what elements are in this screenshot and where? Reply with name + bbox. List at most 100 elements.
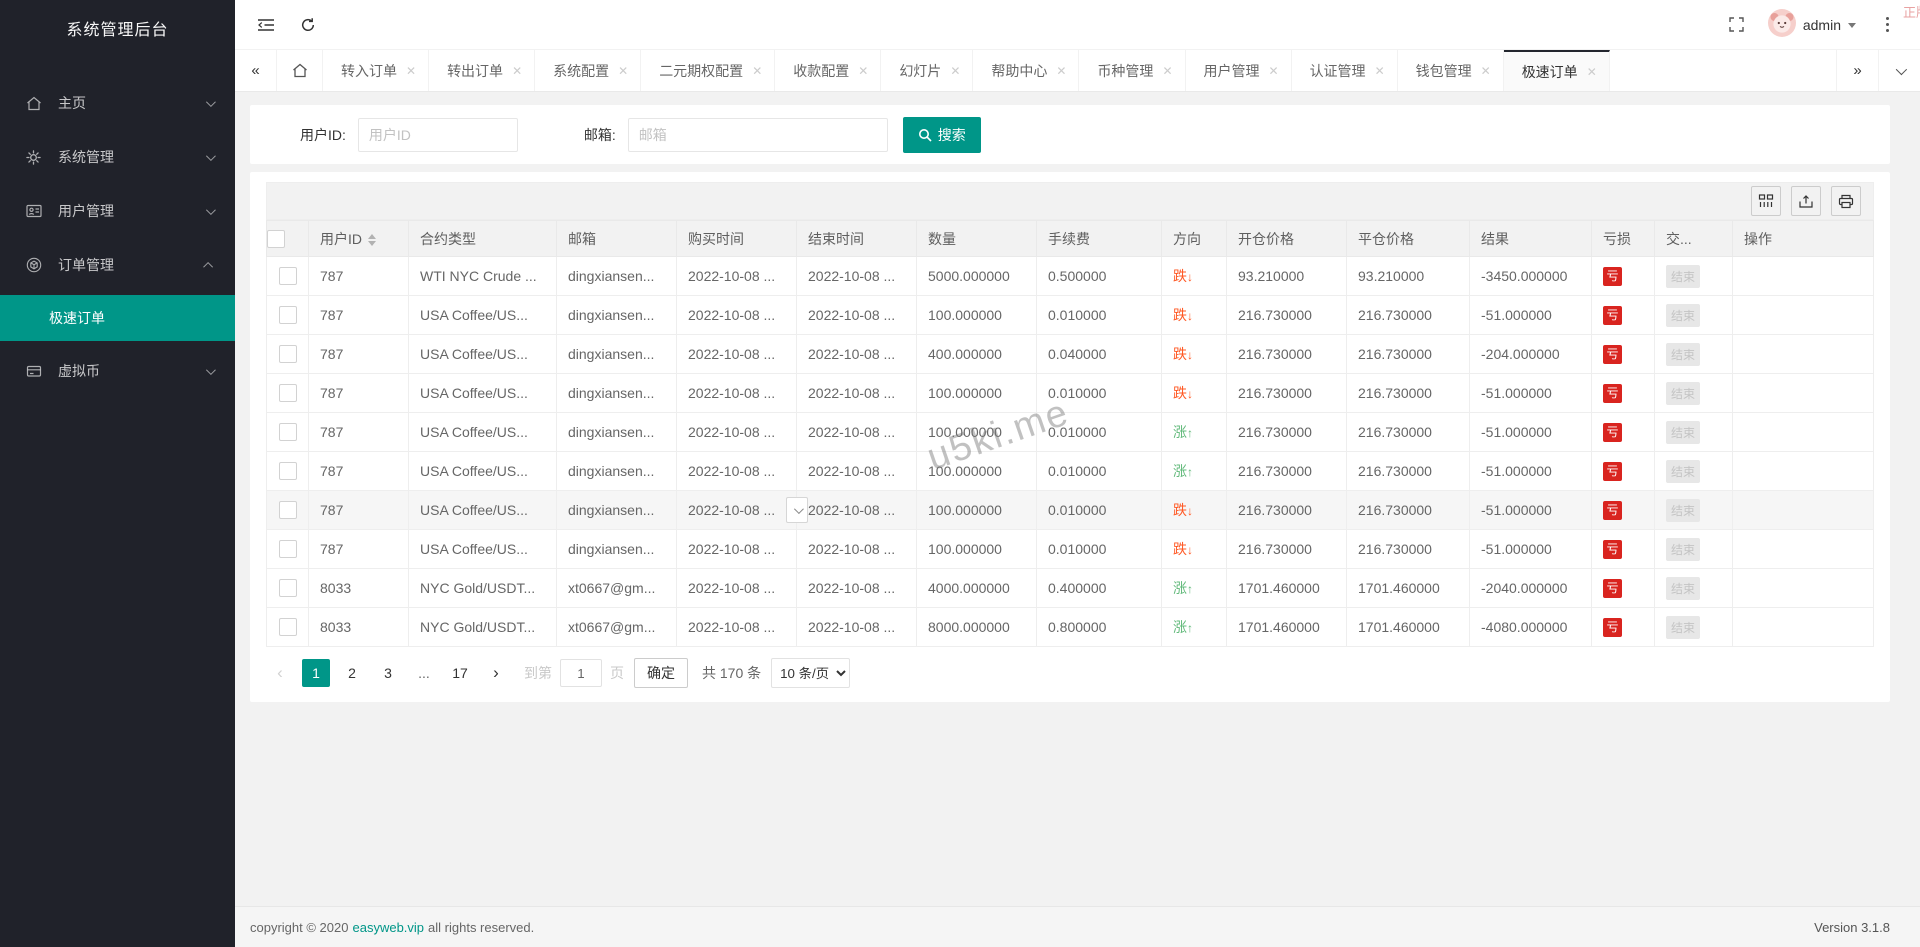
tab-帮助中心[interactable]: 帮助中心 ✕ — [973, 50, 1080, 91]
close-icon[interactable]: ✕ — [1375, 64, 1385, 78]
row-checkbox[interactable] — [278, 462, 297, 481]
cell-direction: 涨↑ — [1161, 568, 1227, 608]
tabs-scroll-right-icon[interactable]: » — [1836, 50, 1878, 91]
close-icon[interactable]: ✕ — [752, 64, 762, 78]
direction-arrow-icon: ↑ — [1187, 426, 1193, 440]
page-button-17[interactable]: 17 — [446, 659, 474, 687]
sort-icon[interactable] — [368, 233, 376, 246]
cell-close-price: 216.730000 — [1346, 451, 1470, 491]
close-icon[interactable]: ✕ — [950, 64, 960, 78]
columns-filter-button[interactable] — [1751, 186, 1781, 216]
tab-转入订单[interactable]: 转入订单 ✕ — [323, 50, 430, 91]
next-page-icon[interactable]: › — [482, 659, 510, 687]
cell-buy-time: 2022-10-08 ... — [676, 373, 797, 413]
tab-钱包管理[interactable]: 钱包管理 ✕ — [1398, 50, 1504, 91]
search-button[interactable]: 搜索 — [902, 116, 981, 153]
cell-checkbox — [266, 334, 309, 374]
cell-loss: 亏 — [1591, 529, 1655, 569]
tab-二元期权配置[interactable]: 二元期权配置 ✕ — [641, 50, 776, 91]
cell-direction: 涨↑ — [1161, 412, 1227, 452]
cell-result: -51.000000 — [1469, 451, 1592, 491]
cell-user-id: 787 — [308, 373, 409, 413]
tab-系统配置[interactable]: 系统配置 ✕ — [535, 50, 642, 91]
coin-icon — [26, 364, 52, 378]
jump-page-input[interactable] — [560, 659, 602, 687]
user-id-input[interactable] — [357, 117, 518, 152]
row-checkbox[interactable] — [278, 267, 297, 286]
page-button-1[interactable]: 1 — [302, 659, 330, 687]
tab-币种管理[interactable]: 币种管理 ✕ — [1079, 50, 1186, 91]
sidebar-item-4[interactable]: 虚拟币 — [0, 344, 235, 398]
select-all-checkbox[interactable] — [267, 229, 285, 248]
tab-转出订单[interactable]: 转出订单 ✕ — [429, 50, 536, 91]
cell-checkbox — [266, 412, 309, 452]
tab-label: 币种管理 — [1097, 62, 1154, 79]
cell-status: 结束 — [1654, 568, 1733, 608]
easyweb-link[interactable]: easyweb.vip — [352, 920, 424, 935]
sidebar-item-3[interactable]: 订单管理 — [0, 238, 235, 292]
tab-认证管理[interactable]: 认证管理 ✕ — [1292, 50, 1398, 91]
row-checkbox[interactable] — [278, 423, 297, 442]
table-body: 787 WTI NYC Crude ... dingxiansen... 2022-1… — [266, 256, 1874, 647]
close-icon[interactable]: ✕ — [1162, 64, 1172, 78]
jump-confirm-button[interactable]: 确定 — [634, 658, 688, 688]
sidebar-item-0[interactable]: 主页 — [0, 76, 235, 130]
tab-label: 钱包管理 — [1415, 62, 1472, 79]
status-badge: 结束 — [1666, 303, 1701, 327]
close-icon[interactable]: ✕ — [858, 64, 868, 78]
per-page-select[interactable]: 10 条/页 — [771, 658, 851, 688]
row-checkbox[interactable] — [278, 501, 297, 520]
sidebar-subitem[interactable]: 极速订单 — [0, 295, 235, 341]
sidebar-item-1[interactable]: 系统管理 — [0, 130, 235, 184]
cell-status: 结束 — [1654, 412, 1733, 452]
tab-收款配置[interactable]: 收款配置 ✕ — [775, 50, 882, 91]
tab-幻灯片[interactable]: 幻灯片 ✕ — [881, 50, 974, 91]
cell-expand-grip[interactable] — [786, 497, 808, 523]
close-icon[interactable]: ✕ — [1269, 64, 1279, 78]
gear-icon — [26, 149, 52, 165]
user-menu[interactable]: admin — [1758, 0, 1866, 49]
refresh-icon[interactable] — [287, 0, 329, 49]
direction-arrow-icon: ↑ — [1187, 621, 1193, 635]
row-checkbox[interactable] — [278, 384, 297, 403]
home-icon — [292, 63, 307, 78]
close-icon[interactable]: ✕ — [512, 64, 522, 78]
page-button-2[interactable]: 2 — [338, 659, 366, 687]
cell-amount: 100.000000 — [916, 295, 1037, 335]
row-checkbox[interactable] — [278, 579, 297, 598]
fullscreen-icon[interactable] — [1716, 0, 1758, 49]
export-button[interactable] — [1791, 186, 1821, 216]
cell-user-id: 787 — [308, 256, 409, 296]
email-input[interactable] — [627, 117, 888, 152]
sidebar-item-2[interactable]: 用户管理 — [0, 184, 235, 238]
tabs-menu-icon[interactable] — [1878, 50, 1920, 91]
print-button[interactable] — [1831, 186, 1861, 216]
cell-user-id: 787 — [308, 529, 409, 569]
row-checkbox[interactable] — [278, 618, 297, 637]
tab-极速订单[interactable]: 极速订单 ✕ — [1503, 50, 1610, 91]
cell-status: 结束 — [1654, 334, 1733, 374]
close-icon[interactable]: ✕ — [618, 64, 628, 78]
close-icon[interactable]: ✕ — [1481, 64, 1491, 78]
row-checkbox[interactable] — [278, 540, 297, 559]
close-icon[interactable]: ✕ — [406, 64, 416, 78]
row-checkbox[interactable] — [278, 306, 297, 325]
page-ellipsis: ... — [418, 665, 430, 681]
cell-email: dingxiansen... — [556, 412, 677, 452]
tab-用户管理[interactable]: 用户管理 ✕ — [1186, 50, 1292, 91]
tabs-scroll-left-icon[interactable]: « — [235, 50, 277, 91]
cell-operation — [1732, 607, 1874, 647]
cell-amount: 5000.000000 — [916, 256, 1037, 296]
direction-label: 跌 — [1173, 541, 1187, 557]
cell-status: 结束 — [1654, 490, 1733, 530]
home-tab[interactable] — [277, 50, 323, 91]
row-checkbox[interactable] — [278, 345, 297, 364]
cell-result: -51.000000 — [1469, 529, 1592, 569]
close-icon[interactable]: ✕ — [1056, 64, 1066, 78]
prev-page-icon[interactable]: ‹ — [266, 659, 294, 687]
chevron-up-icon — [203, 261, 214, 272]
collapse-menu-icon[interactable] — [245, 0, 287, 49]
page-button-3[interactable]: 3 — [374, 659, 402, 687]
close-icon[interactable]: ✕ — [1587, 65, 1597, 79]
more-vertical-icon[interactable] — [1866, 0, 1908, 49]
